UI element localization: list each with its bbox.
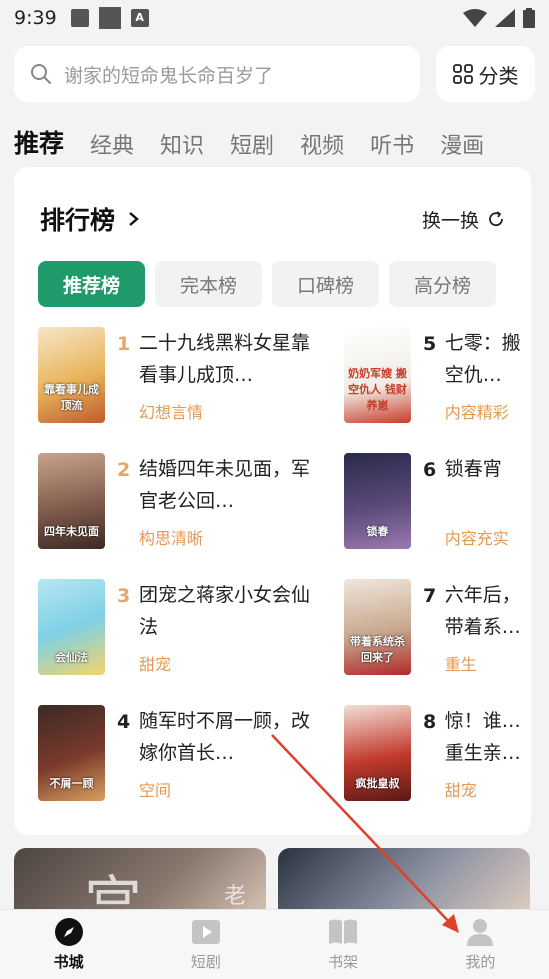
swap-label: 换一换 <box>421 209 479 232</box>
image-notification-icon <box>70 9 89 27</box>
tab-knowledge[interactable]: 知识 <box>160 128 204 160</box>
ranking-item[interactable]: 靠看事儿成顶流 1 二十九线黑料女星靠看事儿成顶… 幻想言情 <box>38 327 338 427</box>
app-notification-icon <box>98 7 121 29</box>
nav-short-drama[interactable]: 短剧 <box>137 910 274 979</box>
wifi-icon <box>463 9 487 27</box>
banner-card[interactable]: 宫 老 <box>14 848 266 918</box>
cover-text: 疯批皇叔 <box>355 777 400 790</box>
book-title: 随军时不屑一顾，改嫁你首长… <box>139 710 311 764</box>
rank-number: 4 <box>117 711 131 733</box>
book-title: 二十九线黑料女星靠看事儿成顶… <box>139 332 311 386</box>
banner-card[interactable] <box>278 848 530 918</box>
ranking-item[interactable]: 不屑一顾 4 随军时不屑一顾，改嫁你首长… 空间 <box>38 705 338 805</box>
search-input[interactable]: 谢家的短命鬼长命百岁了 <box>14 46 420 102</box>
book-tag: 幻想言情 <box>139 403 204 422</box>
book-title: 团宠之蒋家小女会仙法 <box>139 584 311 638</box>
cover-text: 会仙法 <box>55 651 88 664</box>
ranking-title[interactable]: 排行榜 <box>40 201 115 237</box>
nav-profile[interactable]: 我的 <box>412 910 549 979</box>
ranking-item[interactable]: 锁春 6 锁春宵 内容充实 <box>344 453 531 553</box>
rank-number: 5 <box>423 333 437 355</box>
cover-text: 奶奶军嫂 搬空仇人 钱财养崽 <box>348 367 407 412</box>
search-icon <box>31 64 51 84</box>
swap-button[interactable]: 换一换 <box>422 206 505 233</box>
compass-icon <box>54 918 83 946</box>
nav-bookstore[interactable]: 书城 <box>0 910 137 979</box>
ranking-item[interactable]: 疯批皇叔 8 惊！谁…重生亲… 甜宠 <box>344 705 531 805</box>
book-tag: 内容精彩 <box>444 403 509 422</box>
text-notification-icon: A <box>130 9 149 27</box>
bottom-nav: 书城 短剧 书架 我的 <box>0 909 549 979</box>
cover-text: 带着系统杀回来了 <box>350 635 405 664</box>
rank-number: 2 <box>117 459 131 481</box>
search-placeholder: 谢家的短命鬼长命百岁了 <box>64 64 274 87</box>
book-tag: 空间 <box>139 781 172 800</box>
ranking-item[interactable]: 四年未见面 2 结婚四年未见面，军官老公回… 构思清晰 <box>38 453 338 553</box>
rank-number: 7 <box>423 585 437 607</box>
grid-icon <box>452 64 473 84</box>
cover-text: 锁春 <box>366 525 389 538</box>
banner-glyph-small: 老 <box>224 884 247 909</box>
tab-recommend[interactable]: 推荐 <box>14 124 64 160</box>
rank-number: 8 <box>423 711 437 733</box>
book-tag: 甜宠 <box>139 655 172 674</box>
nav-label: 书城 <box>53 953 84 971</box>
book-tag: 重生 <box>444 655 477 674</box>
play-icon <box>191 920 220 944</box>
book-cover: 不屑一顾 <box>38 705 105 801</box>
channel-tabs: 推荐 经典 知识 短剧 视频 听书 漫画 <box>0 102 549 160</box>
rank-number: 1 <box>117 333 131 355</box>
book-title: 七零：搬空仇… <box>444 332 521 386</box>
banner-row: 宫 老 <box>14 848 530 918</box>
cover-text: 不屑一顾 <box>49 777 94 790</box>
tab-short-drama[interactable]: 短剧 <box>230 128 274 160</box>
book-icon <box>329 919 358 944</box>
category-label: 分类 <box>478 63 519 88</box>
cover-text: 四年未见面 <box>44 525 99 538</box>
ranking-tabs: 推荐榜 完本榜 口碑榜 高分榜 <box>14 237 531 307</box>
rank-tab-complete[interactable]: 完本榜 <box>155 261 262 307</box>
nav-label: 短剧 <box>190 953 221 971</box>
book-title: 六年后，带着系… <box>444 584 521 638</box>
book-cover: 会仙法 <box>38 579 105 675</box>
book-cover: 靠看事儿成顶流 <box>38 327 105 423</box>
status-bar: 9:39 A <box>0 0 549 36</box>
refresh-icon <box>489 211 503 227</box>
book-title: 惊！谁…重生亲… <box>444 710 521 764</box>
tab-video[interactable]: 视频 <box>300 128 344 160</box>
book-title: 结婚四年未见面，军官老公回… <box>139 458 311 512</box>
status-time: 9:39 <box>14 7 57 29</box>
tab-audiobook[interactable]: 听书 <box>370 128 414 160</box>
book-cover: 带着系统杀回来了 <box>344 579 411 675</box>
ranking-item[interactable]: 会仙法 3 团宠之蒋家小女会仙法 甜宠 <box>38 579 338 679</box>
rank-tab-recommend[interactable]: 推荐榜 <box>38 261 145 307</box>
tab-comic[interactable]: 漫画 <box>440 128 484 160</box>
nav-label: 书架 <box>328 953 359 971</box>
rank-number: 6 <box>423 459 437 481</box>
book-tag: 甜宠 <box>444 781 477 800</box>
book-cover: 奶奶军嫂 搬空仇人 钱财养崽 <box>344 327 411 423</box>
rank-tab-reputation[interactable]: 口碑榜 <box>272 261 379 307</box>
book-title: 锁春宵 <box>444 458 502 480</box>
nav-bookshelf[interactable]: 书架 <box>275 910 412 979</box>
chevron-right-icon[interactable] <box>127 212 141 226</box>
rank-number: 3 <box>117 585 131 607</box>
book-cover: 锁春 <box>344 453 411 549</box>
ranking-card: 排行榜 换一换 推荐榜 完本榜 口碑榜 高分榜 靠看事儿成顶流 1 二十九线黑料… <box>14 167 531 835</box>
category-button[interactable]: 分类 <box>436 46 535 102</box>
signal-icon <box>495 9 515 27</box>
person-icon <box>467 919 494 946</box>
battery-icon <box>523 8 535 28</box>
ranking-item[interactable]: 带着系统杀回来了 7 六年后，带着系… 重生 <box>344 579 531 679</box>
ranking-item[interactable]: 奶奶军嫂 搬空仇人 钱财养崽 5 七零：搬空仇… 内容精彩 <box>344 327 531 427</box>
book-tag: 构思清晰 <box>139 529 204 548</box>
book-tag: 内容充实 <box>444 529 509 548</box>
rank-tab-high-score[interactable]: 高分榜 <box>389 261 496 307</box>
book-cover: 四年未见面 <box>38 453 105 549</box>
tab-classic[interactable]: 经典 <box>90 128 134 160</box>
nav-label: 我的 <box>465 953 496 971</box>
cover-text: 靠看事儿成顶流 <box>44 383 99 412</box>
book-cover: 疯批皇叔 <box>344 705 411 801</box>
